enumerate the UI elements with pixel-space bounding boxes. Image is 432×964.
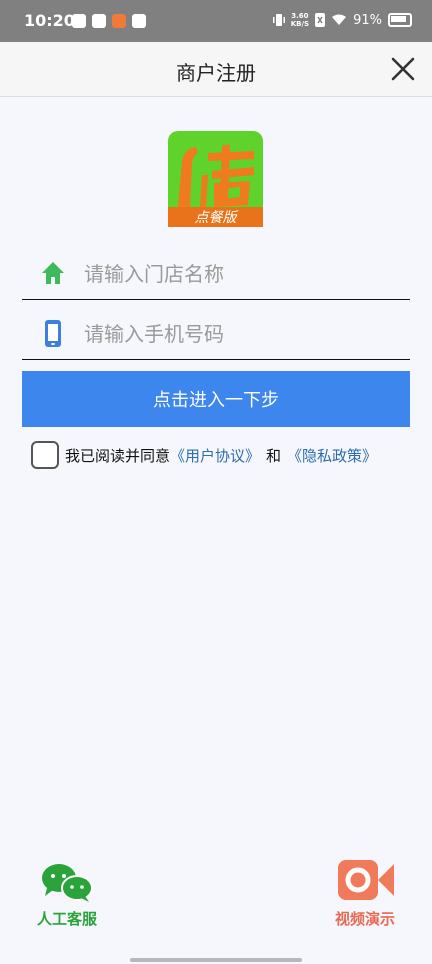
home-indicator[interactable] — [130, 958, 302, 962]
home-icon — [42, 262, 64, 284]
app-notification-icon — [132, 14, 146, 28]
page-title: 商户注册 — [176, 61, 256, 85]
video-demo-button[interactable]: 视频演示 — [326, 858, 404, 929]
status-bar: 10:20 3.60 KB/S 91% — [0, 0, 432, 42]
video-demo-label: 视频演示 — [334, 910, 395, 928]
network-speed: 3.60 KB/S — [290, 12, 310, 28]
privacy-policy-link[interactable]: 《隐私政策》 — [287, 445, 377, 466]
agreement-text: 我已阅读并同意 — [65, 446, 171, 465]
agreement-row: 我已阅读并同意 《用户协议》 和 《隐私政策》 — [31, 439, 377, 471]
sim-icon — [315, 13, 326, 27]
user-agreement-link[interactable]: 《用户协议》 — [170, 445, 260, 466]
taobao-notification-icon — [112, 14, 126, 28]
wifi-icon — [332, 14, 347, 25]
store-name-field — [22, 247, 410, 300]
close-icon[interactable] — [390, 56, 416, 82]
app-notification-icon — [72, 14, 86, 28]
battery-percent: 91% — [353, 12, 382, 28]
notification-icons — [72, 14, 146, 28]
vibrate-icon — [272, 14, 285, 26]
video-camera-icon — [338, 860, 394, 900]
logo-caption: 点餐版 — [195, 210, 239, 226]
agreement-and: 和 — [266, 446, 282, 465]
next-step-button[interactable]: 点击进入一下步 — [22, 371, 410, 427]
title-bar: 商户注册 — [0, 42, 432, 97]
customer-service-label: 人工客服 — [36, 910, 97, 928]
app-logo: 点餐版 — [168, 131, 263, 227]
battery-icon — [388, 13, 412, 27]
app-notification-icon — [92, 14, 106, 28]
status-time: 10:20 — [24, 11, 75, 30]
phone-icon — [45, 320, 61, 347]
customer-service-button[interactable]: 人工客服 — [30, 862, 104, 929]
system-status: 3.60 KB/S 91% — [272, 12, 412, 28]
phone-field — [22, 307, 410, 360]
store-name-input[interactable] — [82, 257, 406, 291]
wechat-icon — [42, 864, 93, 902]
phone-input[interactable] — [82, 317, 406, 351]
agreement-checkbox[interactable] — [31, 441, 59, 469]
